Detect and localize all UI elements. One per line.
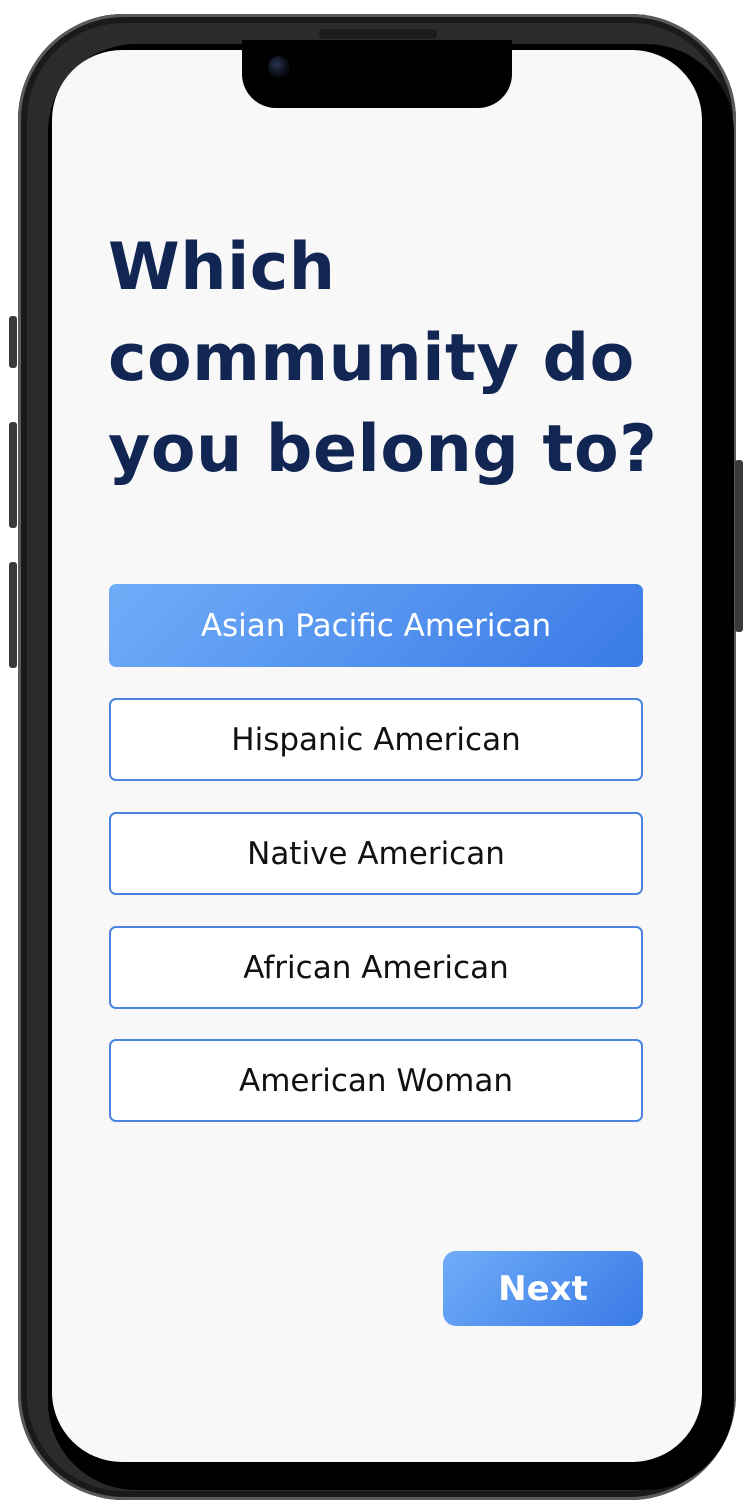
- option-african-american[interactable]: African American: [109, 926, 643, 1009]
- front-camera-icon: [268, 56, 290, 78]
- next-button[interactable]: Next: [443, 1251, 643, 1326]
- next-button-label: Next: [498, 1268, 588, 1309]
- volume-down-button: [9, 562, 17, 668]
- option-label: African American: [243, 949, 509, 986]
- volume-up-button: [9, 422, 17, 528]
- power-button: [735, 460, 743, 632]
- option-label: Asian Pacific American: [200, 607, 552, 644]
- option-american-woman[interactable]: American Woman: [109, 1039, 643, 1122]
- option-asian-pacific-american[interactable]: Asian Pacific American: [109, 584, 643, 667]
- option-label: Hispanic American: [231, 721, 521, 758]
- option-label: American Woman: [238, 1062, 514, 1099]
- question-title: Which community do you belong to?: [108, 230, 658, 487]
- option-hispanic-american[interactable]: Hispanic American: [109, 698, 643, 781]
- earpiece-speaker: [318, 28, 438, 40]
- option-native-american[interactable]: Native American: [109, 812, 643, 895]
- option-label: Native American: [247, 835, 505, 872]
- silent-switch: [9, 316, 17, 368]
